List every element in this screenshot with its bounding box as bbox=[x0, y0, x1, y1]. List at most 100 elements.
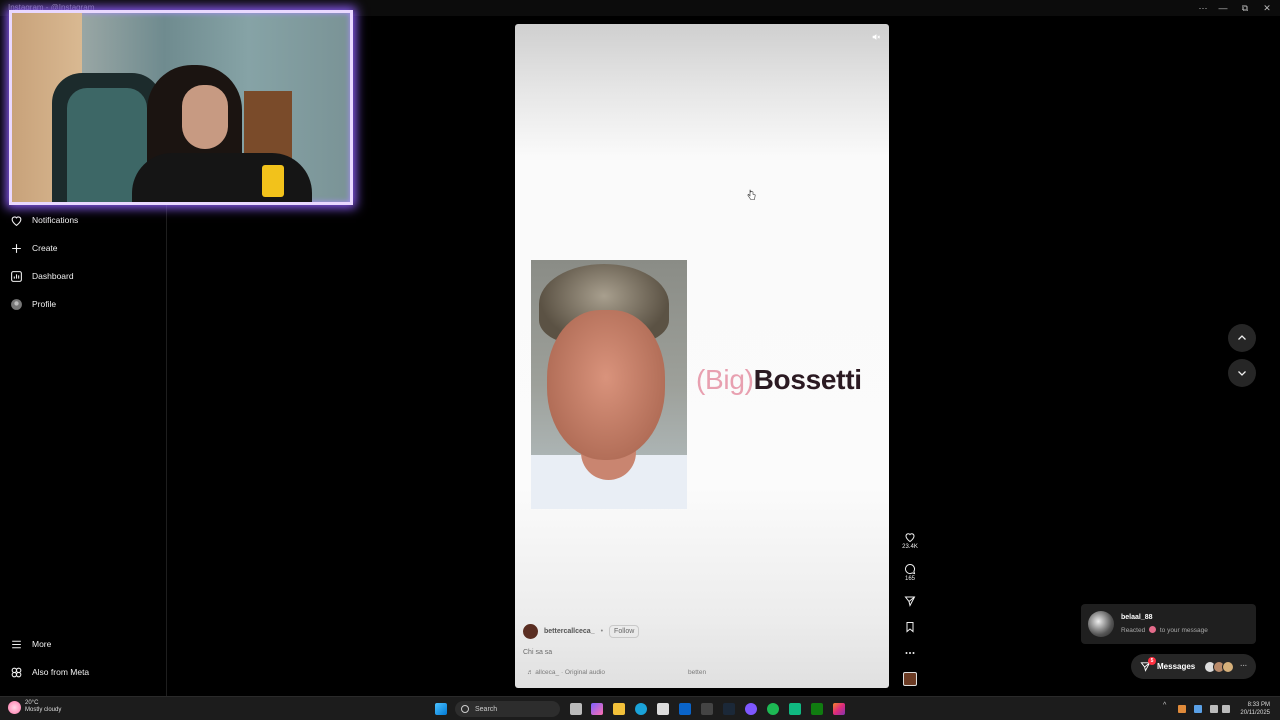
meta-icon bbox=[11, 667, 22, 677]
webcam-overlay bbox=[9, 10, 353, 205]
clock-date: 20/11/2025 bbox=[1240, 710, 1270, 716]
clock-time: 8:33 PM bbox=[1247, 702, 1270, 708]
sidebar-item-notifications[interactable]: Notifications bbox=[10, 210, 78, 230]
like-count: 23.4K bbox=[902, 544, 918, 550]
windows-taskbar: 20°C Mostly cloudy Search ^ 8:33 PM 20/1… bbox=[0, 696, 1280, 720]
sidebar-item-more[interactable]: More bbox=[10, 634, 51, 654]
xbox-icon[interactable] bbox=[811, 703, 823, 715]
outlook-icon[interactable] bbox=[679, 703, 691, 715]
discord-icon[interactable] bbox=[745, 703, 757, 715]
sidebar-item-label: Notifications bbox=[32, 215, 79, 225]
mute-icon[interactable] bbox=[871, 32, 881, 42]
reel-author: bettercallceca_ • Follow bbox=[523, 624, 640, 639]
plus-icon bbox=[12, 243, 21, 253]
save-button[interactable] bbox=[900, 621, 920, 634]
more-options-button[interactable] bbox=[900, 647, 920, 660]
window-menu-button[interactable]: ⋯ bbox=[1192, 2, 1214, 14]
photo-face bbox=[547, 310, 665, 460]
ellipsis-icon bbox=[905, 652, 915, 654]
hand-cursor-icon bbox=[747, 189, 756, 200]
sidebar-item-label: Also from Meta bbox=[32, 667, 90, 677]
chart-icon bbox=[11, 270, 22, 282]
weather-icon bbox=[8, 700, 21, 714]
webcam-cup bbox=[262, 165, 284, 197]
toast-message-suffix: to your message bbox=[1159, 627, 1208, 634]
share-button[interactable] bbox=[900, 595, 920, 608]
send-icon bbox=[904, 596, 916, 607]
instagram-icon[interactable] bbox=[833, 703, 845, 715]
comment-icon bbox=[905, 563, 916, 575]
avatar[interactable] bbox=[523, 624, 538, 639]
unread-badge: 5 bbox=[1148, 657, 1156, 665]
task-view-icon[interactable] bbox=[570, 703, 582, 715]
weather-text: 20°C Mostly cloudy bbox=[25, 700, 61, 714]
search-placeholder: Search bbox=[475, 705, 498, 713]
reel-video[interactable]: (Big)Bossetti bettercallceca_ • Follow C… bbox=[515, 24, 889, 688]
store-icon[interactable] bbox=[657, 703, 669, 715]
sidebar-item-also-from-meta[interactable]: Also from Meta bbox=[10, 662, 89, 682]
bookmark-icon bbox=[906, 622, 914, 633]
messages-button[interactable]: 5 Messages ··· bbox=[1131, 654, 1256, 679]
sidebar-item-dashboard[interactable]: Dashboard bbox=[10, 266, 74, 286]
microphone-icon[interactable] bbox=[1194, 705, 1202, 713]
avatar bbox=[1222, 660, 1235, 673]
reel-audio-tag[interactable]: betten bbox=[688, 669, 706, 676]
heart-icon bbox=[11, 215, 22, 226]
volume-icon[interactable] bbox=[1222, 705, 1230, 713]
sidebar-item-label: Dashboard bbox=[32, 271, 74, 281]
chevron-up-icon bbox=[1238, 335, 1246, 340]
steam-icon[interactable] bbox=[723, 703, 735, 715]
sidebar-item-profile[interactable]: Profile bbox=[10, 294, 56, 314]
reel-caption: Chi sa sa bbox=[523, 649, 553, 656]
copilot-icon[interactable] bbox=[591, 703, 603, 715]
more-avatars: ··· bbox=[1240, 663, 1248, 670]
taskbar-search[interactable]: Search bbox=[455, 701, 560, 717]
reel-audio[interactable]: ♬ allceca_ · Original audio bbox=[527, 669, 605, 676]
messages-label: Messages bbox=[1157, 662, 1196, 671]
like-button[interactable]: 23.4K bbox=[900, 531, 920, 550]
weather-widget[interactable]: 20°C Mostly cloudy bbox=[8, 700, 61, 714]
start-icon[interactable] bbox=[435, 703, 447, 715]
follow-button[interactable]: Follow bbox=[609, 625, 640, 638]
webcam-face bbox=[182, 85, 228, 149]
overlay-text-big: (Big) bbox=[696, 364, 754, 395]
avatar-icon bbox=[11, 298, 22, 310]
author-username[interactable]: bettercallceca_ bbox=[544, 628, 595, 635]
close-button[interactable]: ✕ bbox=[1256, 2, 1278, 14]
audio-thumbnail[interactable] bbox=[903, 672, 917, 686]
separator-dot: • bbox=[600, 628, 604, 635]
minimize-button[interactable]: — bbox=[1212, 2, 1234, 14]
overlay-text-name: Bossetti bbox=[753, 364, 862, 395]
next-reel-button[interactable] bbox=[1228, 359, 1256, 387]
spotify-icon[interactable] bbox=[767, 703, 779, 715]
taskbar-clock[interactable]: 8:33 PM 20/11/2025 bbox=[1240, 701, 1270, 717]
app-icon[interactable] bbox=[701, 703, 713, 715]
comment-button[interactable]: 165 bbox=[900, 563, 920, 582]
reel-photo bbox=[531, 260, 687, 509]
tray-chevron-icon[interactable]: ^ bbox=[1163, 702, 1171, 710]
toast-message: Reacted to your message bbox=[1121, 626, 1208, 634]
comment-count: 165 bbox=[904, 576, 915, 582]
previous-reel-button[interactable] bbox=[1228, 324, 1256, 352]
search-icon bbox=[461, 705, 469, 713]
maximize-button[interactable]: ⧉ bbox=[1234, 2, 1256, 14]
file-explorer-icon[interactable] bbox=[613, 703, 625, 715]
weather-condition: Mostly cloudy bbox=[25, 707, 62, 713]
wifi-icon[interactable] bbox=[1210, 705, 1218, 713]
webcam-body bbox=[132, 153, 312, 202]
sidebar-item-label: Profile bbox=[32, 299, 57, 309]
temperature: 20°C bbox=[25, 700, 39, 706]
reel-overlay-text: (Big)Bossetti bbox=[696, 364, 862, 396]
heart-icon bbox=[905, 533, 915, 543]
sidebar-item-create[interactable]: Create bbox=[10, 238, 58, 258]
tray-app-icon[interactable] bbox=[1178, 705, 1186, 713]
edge-icon[interactable] bbox=[635, 703, 647, 715]
avatar bbox=[1088, 611, 1114, 637]
reaction-icon bbox=[1149, 626, 1157, 633]
sidebar-item-label: More bbox=[32, 639, 52, 649]
chevron-down-icon bbox=[1238, 371, 1246, 376]
message-avatars bbox=[1204, 660, 1235, 673]
notification-toast[interactable]: belaal_88 Reacted to your message bbox=[1081, 604, 1256, 644]
game-bar-icon[interactable] bbox=[789, 703, 801, 715]
toast-username: belaal_88 bbox=[1121, 614, 1153, 621]
